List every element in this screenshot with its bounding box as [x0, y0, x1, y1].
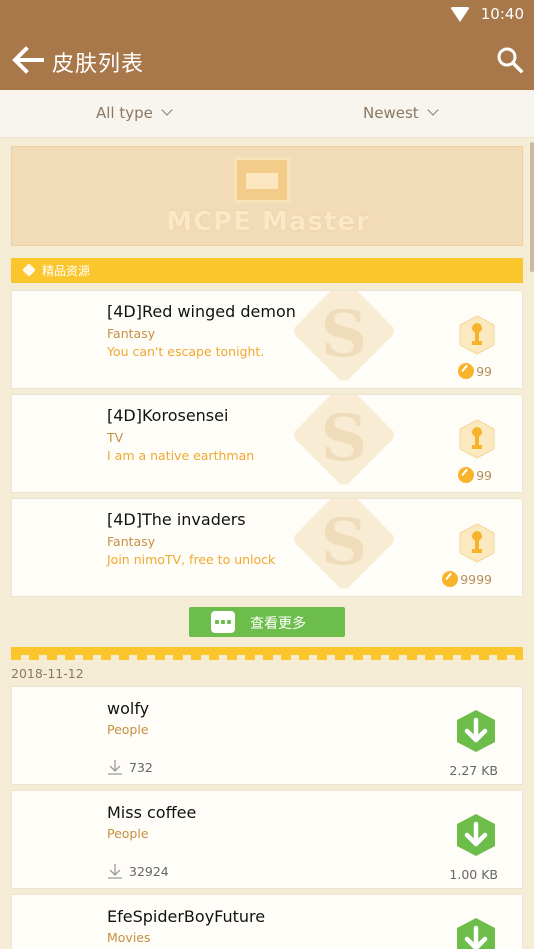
- filter-bar: All type Newest: [0, 90, 534, 138]
- section-divider: [11, 647, 523, 660]
- search-icon[interactable]: [496, 46, 524, 74]
- price-tag: 99: [458, 467, 492, 483]
- skin-category: Fantasy: [107, 326, 156, 341]
- type-filter-label: All type: [96, 104, 153, 122]
- skin-name: [4D]The invaders: [107, 510, 246, 529]
- download-count-value: 32924: [129, 863, 169, 879]
- download-count-icon: [108, 760, 122, 775]
- watermark-s-icon: S: [274, 395, 414, 492]
- sort-filter-dropdown[interactable]: Newest: [363, 104, 439, 122]
- premium-skin-card[interactable]: S [4D]Red winged demon Fantasy You can't…: [11, 290, 523, 389]
- type-filter-dropdown[interactable]: All type: [96, 104, 173, 122]
- skin-category: TV: [107, 430, 124, 445]
- download-icon[interactable]: [456, 709, 496, 753]
- skin-list-item[interactable]: EfeSpiderBoyFuture Movies: [11, 894, 523, 949]
- logo-character-face: [246, 173, 278, 189]
- price-value: 99: [476, 363, 492, 379]
- download-count: 732: [107, 759, 153, 775]
- file-size: 1.00 KB: [449, 867, 498, 882]
- date-header: 2018-11-12: [11, 666, 84, 681]
- view-more-label: 查看更多: [250, 616, 306, 632]
- chevron-down-icon: [161, 104, 173, 116]
- skin-name: [4D]Korosensei: [107, 406, 229, 425]
- skin-description: You can't escape tonight.: [107, 344, 265, 359]
- wifi-icon: [450, 7, 470, 22]
- more-dots-icon: [211, 611, 235, 633]
- premium-section-label: 精品资源: [42, 264, 91, 278]
- download-count: 32924: [107, 863, 169, 879]
- page-title: 皮肤列表: [52, 52, 145, 77]
- skin-name: Miss coffee: [107, 803, 197, 822]
- premium-skin-card[interactable]: S [4D]The invaders Fantasy Join nimoTV, …: [11, 498, 523, 597]
- back-arrow-icon[interactable]: [12, 46, 44, 74]
- key-unlock-icon[interactable]: [458, 419, 496, 459]
- skin-category: People: [107, 826, 149, 841]
- view-more-button[interactable]: 查看更多: [189, 607, 345, 637]
- skin-name: wolfy: [107, 699, 150, 718]
- skin-name: EfeSpiderBoyFuture: [107, 907, 266, 926]
- price-value: 9999: [460, 571, 492, 587]
- download-icon[interactable]: [456, 813, 496, 857]
- diamond-icon: [22, 263, 36, 277]
- skin-description: I am a native earthman: [107, 448, 255, 463]
- file-size: 2.27 KB: [449, 763, 498, 778]
- skin-category: Movies: [107, 930, 151, 945]
- skin-description: Join nimoTV, free to unlock: [107, 552, 276, 567]
- key-unlock-icon[interactable]: [458, 523, 496, 563]
- download-count-value: 732: [129, 759, 153, 775]
- download-icon[interactable]: [456, 917, 496, 949]
- chevron-down-icon: [426, 104, 439, 116]
- skin-category: People: [107, 722, 149, 737]
- skin-name: [4D]Red winged demon: [107, 302, 296, 321]
- key-unlock-icon[interactable]: [458, 315, 496, 355]
- app-bar: 皮肤列表: [0, 30, 534, 90]
- skin-list-item[interactable]: Miss coffee People 32924 1.00 KB: [11, 790, 523, 889]
- sort-filter-label: Newest: [363, 104, 419, 122]
- coin-icon: [442, 571, 459, 587]
- price-tag: 99: [458, 363, 492, 379]
- coin-icon: [458, 363, 475, 379]
- coin-icon: [458, 467, 475, 483]
- price-value: 99: [476, 467, 492, 483]
- status-bar: 10:40: [0, 0, 534, 30]
- price-tag: 9999: [442, 571, 492, 587]
- download-count-icon: [108, 864, 122, 879]
- premium-skin-card[interactable]: S [4D]Korosensei TV I am a native earthm…: [11, 394, 523, 493]
- premium-section-header: 精品资源: [11, 258, 523, 283]
- banner-logo-text: MCPE Master: [166, 207, 370, 237]
- watermark-s-icon: S: [274, 499, 414, 596]
- promo-banner[interactable]: MCPE Master: [11, 146, 523, 246]
- skin-list-item[interactable]: wolfy People 732 2.27 KB: [11, 686, 523, 785]
- skin-category: Fantasy: [107, 534, 156, 549]
- status-time: 10:40: [480, 5, 524, 23]
- scrollbar[interactable]: [530, 142, 534, 272]
